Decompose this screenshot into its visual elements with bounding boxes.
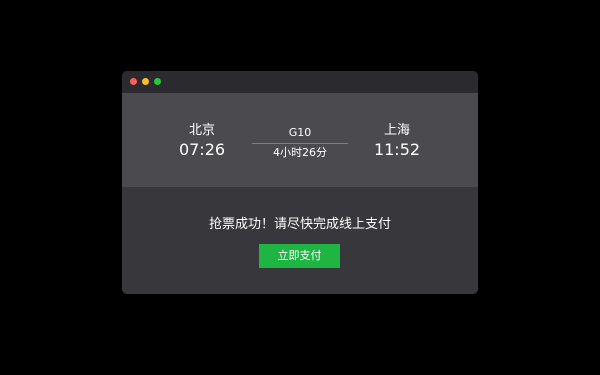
pay-now-button[interactable]: 立即支付: [259, 244, 340, 268]
departure-city: 北京: [188, 123, 215, 138]
trip-duration: 4小时26分: [273, 146, 327, 159]
train-number: G10: [288, 126, 312, 139]
maximize-window-button[interactable]: [154, 78, 161, 85]
trip-summary-panel: 北京 07:26 G10 4小时26分 上海 11:52: [122, 93, 478, 187]
minimize-window-button[interactable]: [142, 78, 149, 85]
departure-time: 07:26: [178, 140, 226, 159]
arrival-city: 上海: [383, 123, 410, 138]
title-bar: [122, 71, 478, 93]
success-message: 抢票成功！请尽快完成线上支付: [208, 217, 391, 232]
route-line: [252, 143, 348, 144]
departure-station: 北京 07:26: [162, 123, 242, 160]
arrival-station: 上海 11:52: [357, 123, 437, 160]
train-info: G10 4小时26分: [252, 126, 348, 160]
close-window-button[interactable]: [130, 78, 137, 85]
app-window: 北京 07:26 G10 4小时26分 上海 11:52 抢票成功！请尽快完成线…: [122, 71, 478, 294]
arrival-time: 11:52: [373, 140, 421, 159]
